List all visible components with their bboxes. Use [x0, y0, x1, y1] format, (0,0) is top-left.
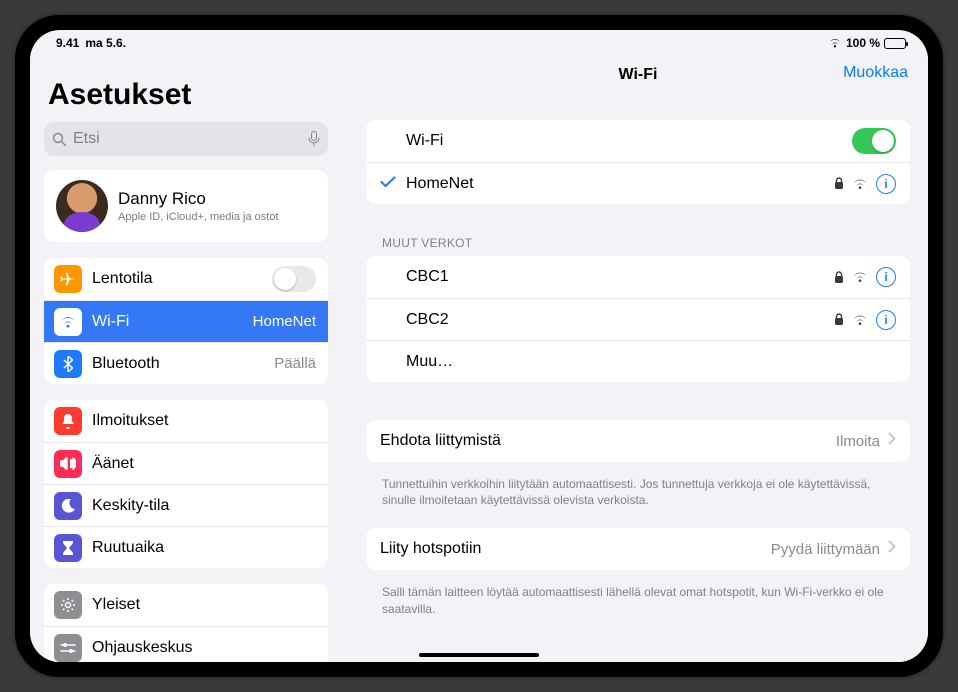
chevron-right-icon: [888, 432, 896, 450]
checkmark-icon: [380, 175, 398, 193]
ipad-device-frame: 9.41 ma 5.6. 100 % Asetukset Etsi: [15, 15, 943, 677]
wifi-status-icon: [828, 38, 842, 48]
wifi-label: Wi-Fi: [92, 313, 243, 331]
page-title: Wi-Fi: [619, 66, 658, 84]
chevron-right-icon: [888, 540, 896, 558]
bell-icon: [54, 407, 82, 435]
hourglass-icon: [54, 534, 82, 562]
wifi-signal-icon: [852, 271, 868, 283]
edit-button[interactable]: Muokkaa: [843, 64, 908, 82]
sidebar-group-connectivity: Lentotila Wi-Fi HomeNet B: [44, 258, 328, 384]
status-date: ma 5.6.: [85, 36, 126, 50]
status-bar: 9.41 ma 5.6. 100 %: [30, 30, 928, 52]
info-button[interactable]: i: [876, 267, 896, 287]
search-input[interactable]: Etsi: [44, 122, 328, 156]
sidebar-group-general: Yleiset Ohjauskeskus AA Näyttö ja kirkka…: [44, 584, 328, 662]
battery-percent: 100 %: [846, 36, 880, 50]
other-networks-card: CBC1 i CBC2 i: [366, 256, 910, 382]
sidebar-item-wifi[interactable]: Wi-Fi HomeNet: [44, 300, 328, 342]
airplane-toggle[interactable]: [272, 266, 316, 292]
sidebar-item-airplane[interactable]: Lentotila: [44, 258, 328, 300]
other-networks-header: MUUT VERKOT: [366, 212, 910, 256]
network-name: CBC2: [406, 311, 826, 329]
network-row[interactable]: CBC1 i: [366, 256, 910, 298]
airplane-icon: [54, 265, 82, 293]
main-header: Wi-Fi Muokkaa: [366, 52, 910, 98]
profile-name: Danny Rico: [118, 189, 316, 209]
wifi-master-row: Wi-Fi: [366, 120, 910, 162]
ask-to-join-row[interactable]: Ehdota liittymistä Ilmoita: [366, 420, 910, 462]
general-label: Yleiset: [92, 596, 316, 614]
wifi-status-card: Wi-Fi HomeNet i: [366, 120, 910, 204]
sidebar-item-control-center[interactable]: Ohjauskeskus: [44, 626, 328, 662]
sidebar-item-notifications[interactable]: Ilmoitukset: [44, 400, 328, 442]
lock-icon: [834, 271, 844, 284]
sidebar-group-alerts: Ilmoitukset Äänet Keskity-tila: [44, 400, 328, 568]
search-placeholder: Etsi: [73, 130, 302, 148]
bluetooth-icon: [54, 350, 82, 378]
settings-sidebar: Asetukset Etsi Danny Rico Apple ID, iClo…: [30, 52, 342, 662]
sidebar-item-focus[interactable]: Keskity-tila: [44, 484, 328, 526]
wifi-value: HomeNet: [253, 313, 316, 330]
wifi-toggle[interactable]: [852, 128, 896, 154]
other-network-label: Muu…: [406, 353, 896, 371]
notifications-label: Ilmoitukset: [92, 412, 316, 430]
sidebar-item-sounds[interactable]: Äänet: [44, 442, 328, 484]
lock-icon: [834, 313, 844, 326]
hotspot-label: Liity hotspotiin: [380, 540, 763, 558]
hotspot-value: Pyydä liittymään: [771, 541, 880, 558]
focus-label: Keskity-tila: [92, 497, 316, 515]
sidebar-item-screentime[interactable]: Ruutuaika: [44, 526, 328, 568]
profile-card[interactable]: Danny Rico Apple ID, iCloud+, media ja o…: [44, 170, 328, 242]
moon-icon: [54, 492, 82, 520]
connected-network-row[interactable]: HomeNet i: [366, 162, 910, 204]
airplane-label: Lentotila: [92, 270, 262, 288]
network-name: CBC1: [406, 268, 826, 286]
wifi-signal-icon: [852, 178, 868, 190]
control-label: Ohjauskeskus: [92, 639, 316, 657]
ask-to-join-label: Ehdota liittymistä: [380, 432, 828, 450]
home-indicator[interactable]: [419, 653, 539, 657]
info-button[interactable]: i: [876, 310, 896, 330]
ask-to-join-value: Ilmoita: [836, 433, 880, 450]
info-button[interactable]: i: [876, 174, 896, 194]
wifi-icon: [54, 308, 82, 336]
profile-subtitle: Apple ID, iCloud+, media ja ostot: [118, 211, 316, 223]
battery-icon: [884, 38, 906, 49]
other-network-row[interactable]: Muu…: [366, 340, 910, 382]
sliders-icon: [54, 634, 82, 662]
sidebar-item-general[interactable]: Yleiset: [44, 584, 328, 626]
ask-to-join-card: Ehdota liittymistä Ilmoita: [366, 420, 910, 462]
wifi-master-label: Wi-Fi: [406, 132, 844, 150]
bluetooth-label: Bluetooth: [92, 355, 264, 373]
search-icon: [52, 132, 67, 147]
hotspot-card: Liity hotspotiin Pyydä liittymään: [366, 528, 910, 570]
screentime-label: Ruutuaika: [92, 539, 316, 557]
main-pane: Wi-Fi Muokkaa Wi-Fi HomeNet: [342, 52, 928, 662]
wifi-signal-icon: [852, 314, 868, 326]
lock-icon: [834, 177, 844, 190]
hotspot-row[interactable]: Liity hotspotiin Pyydä liittymään: [366, 528, 910, 570]
sidebar-title: Asetukset: [44, 52, 328, 118]
hotspot-footer: Salli tämän laitteen löytää automaattise…: [366, 578, 910, 616]
ask-to-join-footer: Tunnettuihin verkkoihin liitytään automa…: [366, 470, 910, 508]
avatar: [56, 180, 108, 232]
sidebar-item-bluetooth[interactable]: Bluetooth Päällä: [44, 342, 328, 384]
bluetooth-value: Päällä: [274, 355, 316, 372]
sounds-label: Äänet: [92, 455, 316, 473]
mic-icon[interactable]: [308, 131, 320, 147]
screen: 9.41 ma 5.6. 100 % Asetukset Etsi: [30, 30, 928, 662]
network-row[interactable]: CBC2 i: [366, 298, 910, 340]
status-time: 9.41: [56, 36, 79, 50]
gear-icon: [54, 591, 82, 619]
connected-network-name: HomeNet: [406, 175, 826, 193]
speaker-icon: [54, 450, 82, 478]
